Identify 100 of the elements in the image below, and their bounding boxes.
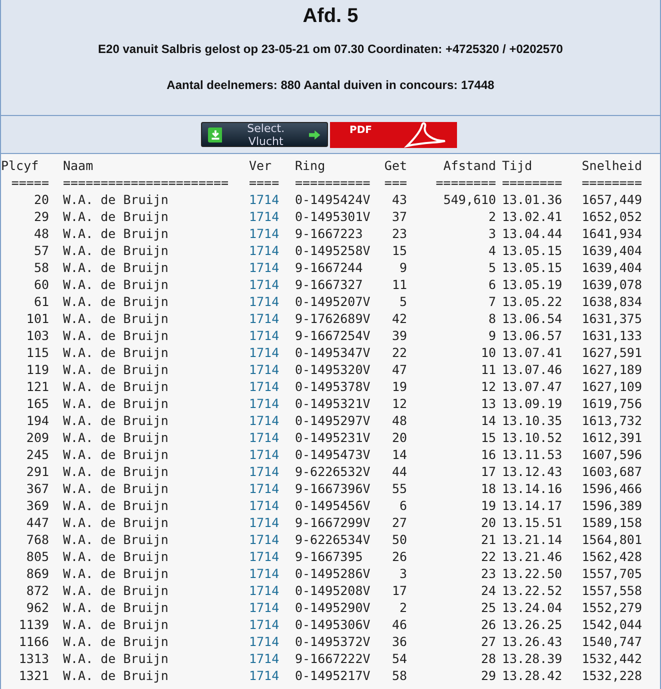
ver-link[interactable]: 1714 [249, 548, 295, 565]
time-cell-text: 13.05.15 [501, 259, 564, 276]
speed-cell-text: 1532,228 [580, 667, 642, 684]
name-cell-text: W.A. de Bruijn [62, 225, 170, 242]
get-cell-text: 14 [390, 446, 407, 463]
ver-link[interactable]: 1714 [249, 208, 295, 225]
distance-cell-text: 6 [487, 276, 496, 293]
plcyf-cell-text: 58 [32, 259, 49, 276]
time-cell-text: 13.05.19 [501, 276, 564, 293]
get-cell-text: 9 [398, 259, 407, 276]
name-cell-text: W.A. de Bruijn [62, 361, 170, 378]
ver-link[interactable]: 1714 [249, 344, 295, 361]
select-flight-button[interactable]: Select. Vlucht [200, 122, 328, 147]
ver-link[interactable]: 1714 [249, 327, 295, 344]
distance-cell-text: 14 [480, 412, 496, 429]
plcyf-cell-text: 1321 [18, 667, 49, 684]
distance-cell-text: 12 [480, 378, 496, 395]
ver-link[interactable]: 1714 [249, 633, 295, 650]
ver-link[interactable]: 1714 [249, 191, 295, 208]
ver-link[interactable]: 1714 [249, 259, 295, 276]
ver-link[interactable]: 1714 [249, 310, 295, 327]
name-cell-text: W.A. de Bruijn [62, 599, 170, 616]
distance-cell-text: 28 [480, 650, 496, 667]
time-cell-text: 13.26.25 [501, 616, 564, 633]
speed-cell-text: 1639,404 [580, 242, 642, 259]
get-cell-text: 12 [390, 395, 407, 412]
ver-link[interactable]: 1714 [249, 599, 295, 616]
plcyf-cell-text: 165 [25, 395, 49, 412]
ver-link[interactable]: 1714 [249, 429, 295, 446]
header-rule: ==== [249, 174, 280, 191]
ver-link[interactable]: 1714 [249, 480, 295, 497]
ver-link[interactable]: 1714 [249, 446, 295, 463]
ver-link[interactable]: 1714 [249, 463, 295, 480]
ver-link[interactable]: 1714 [249, 531, 295, 548]
plcyf-cell-text: 60 [32, 276, 49, 293]
get-cell-text: 47 [390, 361, 407, 378]
ver-link[interactable]: 1714 [249, 225, 295, 242]
pdf-button[interactable]: PDF [330, 122, 456, 148]
time-cell-text: 13.10.35 [501, 412, 564, 429]
get-cell-text: 23 [390, 225, 407, 242]
name-cell-text: W.A. de Bruijn [62, 293, 170, 310]
name-cell-text: W.A. de Bruijn [62, 429, 170, 446]
get-cell-text: 19 [390, 378, 407, 395]
ver-link[interactable]: 1714 [249, 293, 295, 310]
plcyf-cell-text: 291 [25, 463, 49, 480]
get-cell-text: 6 [398, 497, 407, 514]
ver-link[interactable]: 1714 [249, 565, 295, 582]
time-cell-text: 13.07.46 [501, 361, 564, 378]
distance-cell-text: 20 [480, 514, 496, 531]
ver-link[interactable]: 1714 [249, 514, 295, 531]
ver-link[interactable]: 1714 [249, 395, 295, 412]
distance-cell-text: 8 [487, 310, 496, 327]
name-cell-text: W.A. de Bruijn [62, 208, 170, 225]
get-cell-text: 37 [390, 208, 407, 225]
ver-link[interactable]: 1714 [249, 582, 295, 599]
get-cell-text: 58 [390, 667, 407, 684]
speed-cell-text: 1631,133 [580, 327, 642, 344]
ver-link[interactable]: 1714 [249, 276, 295, 293]
column-header: Ring [295, 157, 326, 174]
ring-cell-text: 9-1667254V [295, 327, 372, 344]
plcyf-cell-text: 115 [25, 344, 49, 361]
plcyf-cell-text: 48 [32, 225, 49, 242]
ring-cell-text: 9-6226532V [295, 463, 372, 480]
plcyf-cell-text: 245 [25, 446, 49, 463]
ring-cell-text: 0-1495456V [295, 497, 372, 514]
ver-link[interactable]: 1714 [249, 242, 295, 259]
get-cell-text: 5 [398, 293, 407, 310]
ver-link[interactable]: 1714 [249, 361, 295, 378]
ring-cell-text: 0-1495297V [295, 412, 372, 429]
speed-cell-text: 1562,428 [580, 548, 642, 565]
ring-cell-text: 0-1495424V [295, 191, 372, 208]
speed-cell-text: 1613,732 [580, 412, 642, 429]
speed-cell-text: 1607,596 [580, 446, 642, 463]
column-header: Afstand [442, 157, 496, 174]
ver-link[interactable]: 1714 [249, 650, 295, 667]
speed-cell-text: 1612,391 [580, 429, 642, 446]
plcyf-cell-text: 869 [25, 565, 49, 582]
time-cell-text: 13.05.22 [501, 293, 564, 310]
distance-cell-text: 4 [487, 242, 496, 259]
ring-cell-text: 0-1495207V [295, 293, 372, 310]
get-cell-text: 54 [390, 650, 407, 667]
ring-cell-text: 0-1495258V [295, 242, 372, 259]
column-header: Plcyf [1, 157, 40, 174]
get-cell-text: 43 [390, 191, 407, 208]
plcyf-cell-text: 962 [25, 599, 49, 616]
time-cell-text: 13.22.50 [501, 565, 564, 582]
distance-cell-text: 27 [480, 633, 496, 650]
ver-link[interactable]: 1714 [249, 412, 295, 429]
name-cell-text: W.A. de Bruijn [62, 497, 170, 514]
ver-link[interactable]: 1714 [249, 667, 295, 684]
get-cell-text: 42 [390, 310, 407, 327]
ring-cell-text: 0-1495321V [295, 395, 372, 412]
header-rule: ====================== [62, 174, 230, 191]
race-info: E20 vanuit Salbris gelost op 23-05-21 om 07.30 Coordinaten: +4725320 / +0202570 [97, 42, 564, 56]
ring-cell-text: 0-1495217V [295, 667, 372, 684]
ver-link[interactable]: 1714 [249, 616, 295, 633]
time-cell-text: 13.07.47 [501, 378, 564, 395]
ver-link[interactable]: 1714 [249, 378, 295, 395]
distance-cell-text: 3 [487, 225, 496, 242]
ver-link[interactable]: 1714 [249, 497, 295, 514]
